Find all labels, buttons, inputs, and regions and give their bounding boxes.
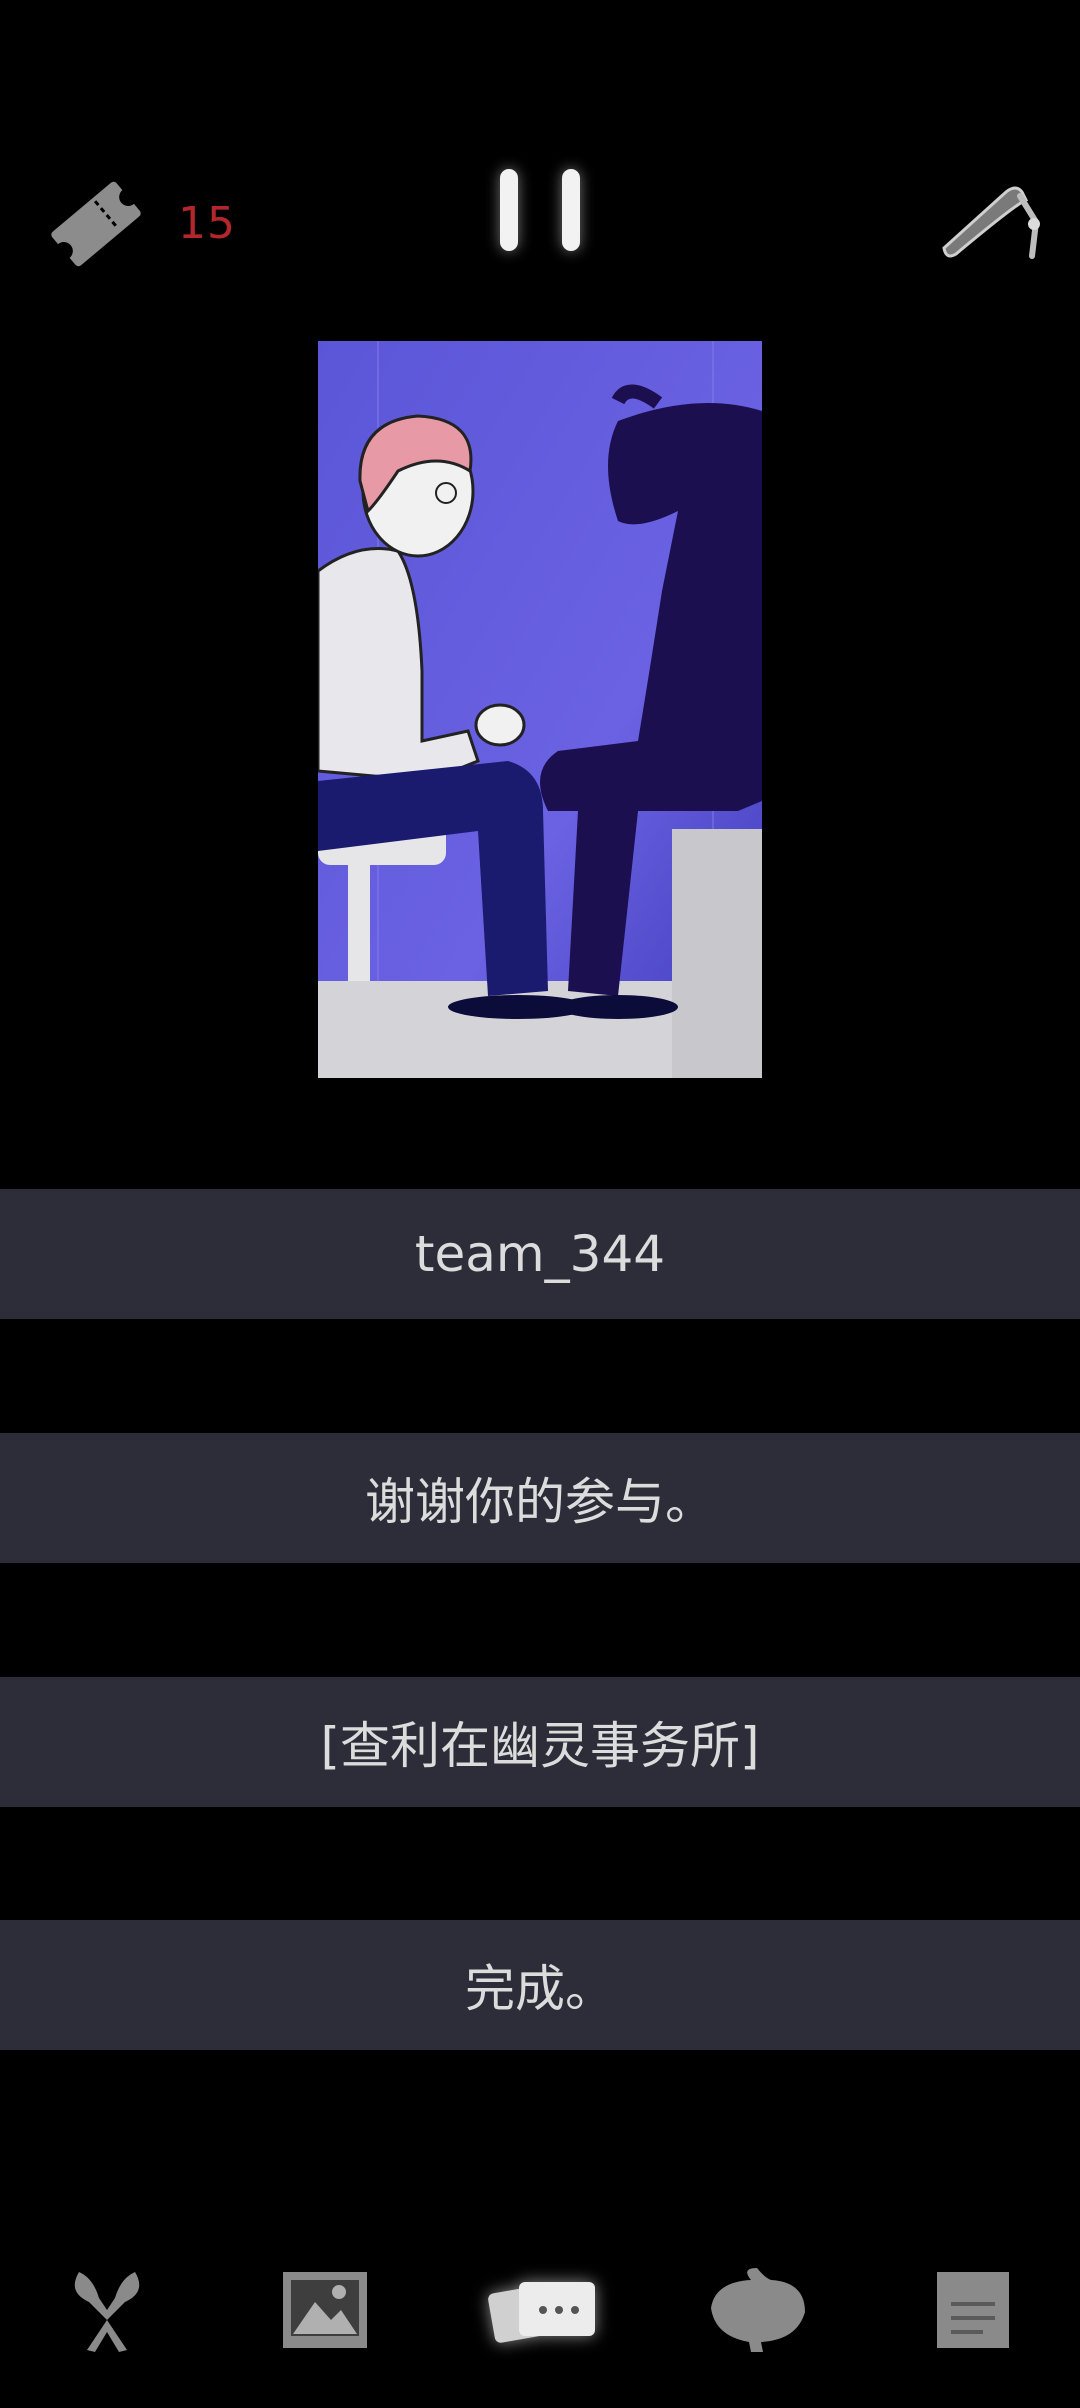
pause-icon xyxy=(500,169,518,251)
scissors-icon xyxy=(74,2272,140,2352)
dialogue-option[interactable]: team_344 xyxy=(0,1189,1080,1319)
game-screen: 15 team_344 谢谢你的参与。 [查利在幽灵事务所] 完成。 xyxy=(0,0,1080,2408)
gallery-icon xyxy=(283,2272,367,2348)
nav-creature[interactable] xyxy=(692,2245,822,2375)
dialogue-option[interactable]: [查利在幽灵事务所] xyxy=(0,1677,1080,1807)
ticket-icon xyxy=(36,164,156,284)
nav-chat[interactable] xyxy=(476,2245,606,2375)
nav-gallery[interactable] xyxy=(260,2245,390,2375)
nav-scissors[interactable] xyxy=(42,2245,172,2375)
ticket-counter[interactable]: 15 xyxy=(36,164,246,284)
dialogue-option[interactable]: 谢谢你的参与。 xyxy=(0,1433,1080,1563)
scene-illustration xyxy=(318,341,762,1078)
creature-icon xyxy=(711,2268,805,2352)
nav-notes[interactable] xyxy=(908,2245,1038,2375)
bottom-nav xyxy=(0,2245,1080,2375)
ticket-count: 15 xyxy=(178,198,236,249)
notes-icon xyxy=(937,2272,1009,2348)
dialogue-option[interactable]: 完成。 xyxy=(0,1920,1080,2050)
knife-icon xyxy=(942,186,1040,259)
tool-button[interactable] xyxy=(936,170,1046,280)
pause-button[interactable] xyxy=(500,160,580,260)
chat-cards-icon xyxy=(488,2282,595,2343)
